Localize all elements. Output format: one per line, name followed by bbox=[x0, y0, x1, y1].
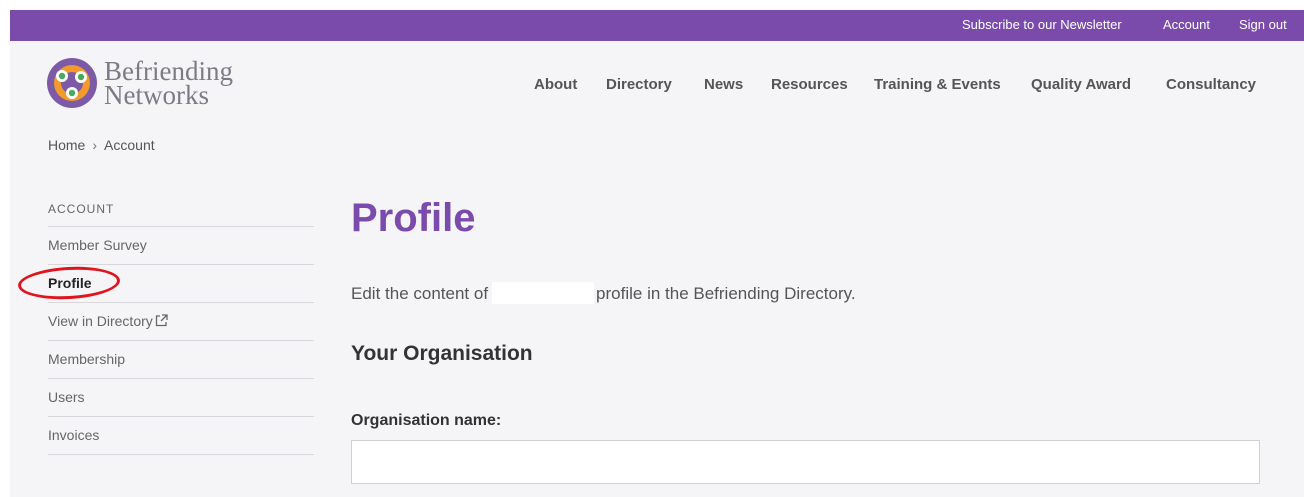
breadcrumb-home[interactable]: Home bbox=[48, 137, 85, 153]
subscribe-newsletter-link[interactable]: Subscribe to our Newsletter bbox=[962, 17, 1122, 32]
section-title-your-organisation: Your Organisation bbox=[351, 342, 533, 365]
breadcrumb-current: Account bbox=[104, 137, 155, 153]
sidebar-item-label: View in Directory bbox=[48, 313, 153, 329]
sidebar-item-membership[interactable]: Membership bbox=[48, 341, 314, 379]
intro-text-after: profile in the Befriending Directory. bbox=[596, 284, 856, 303]
logo-text-line2: Networks bbox=[104, 80, 209, 110]
account-sidebar: ACCOUNT Member Survey Profile View in Di… bbox=[48, 202, 314, 455]
external-link-icon bbox=[155, 314, 168, 327]
nav-directory[interactable]: Directory bbox=[606, 76, 672, 93]
nav-consultancy[interactable]: Consultancy bbox=[1166, 76, 1256, 93]
sidebar-item-invoices[interactable]: Invoices bbox=[48, 417, 314, 455]
sidebar-item-users[interactable]: Users bbox=[48, 379, 314, 417]
site-logo[interactable]: Befriending Networks bbox=[45, 56, 255, 116]
page-title: Profile bbox=[351, 196, 476, 240]
account-link[interactable]: Account bbox=[1163, 17, 1210, 32]
nav-about[interactable]: About bbox=[534, 76, 577, 93]
nav-quality-award[interactable]: Quality Award bbox=[1031, 76, 1131, 93]
sidebar-item-member-survey[interactable]: Member Survey bbox=[48, 227, 314, 265]
breadcrumb: Home › Account bbox=[48, 137, 155, 153]
organisation-name-input[interactable] bbox=[351, 440, 1260, 484]
sign-out-link[interactable]: Sign out bbox=[1239, 17, 1287, 32]
intro-text: Edit the content of profile in the Befrie… bbox=[351, 282, 856, 304]
nav-training-events[interactable]: Training & Events bbox=[874, 76, 1001, 93]
befriending-networks-logo-icon bbox=[47, 58, 97, 108]
logo-text: Befriending Networks bbox=[104, 58, 233, 110]
sidebar-item-label: Invoices bbox=[48, 427, 100, 443]
sidebar-item-label: Member Survey bbox=[48, 237, 147, 253]
breadcrumb-separator: › bbox=[92, 137, 98, 153]
sidebar-item-view-in-directory[interactable]: View in Directory bbox=[48, 303, 314, 341]
sidebar-item-label: Membership bbox=[48, 351, 126, 367]
nav-news[interactable]: News bbox=[704, 76, 743, 93]
sidebar-item-label: Users bbox=[48, 389, 85, 405]
page: Subscribe to our Newsletter Account Sign… bbox=[10, 10, 1304, 497]
redacted-organisation-name bbox=[492, 282, 595, 304]
top-bar: Subscribe to our Newsletter Account Sign… bbox=[10, 10, 1304, 41]
nav-resources[interactable]: Resources bbox=[771, 76, 848, 93]
organisation-name-label: Organisation name: bbox=[351, 412, 502, 429]
intro-text-before: Edit the content of bbox=[351, 284, 489, 303]
sidebar-heading: ACCOUNT bbox=[48, 202, 314, 227]
